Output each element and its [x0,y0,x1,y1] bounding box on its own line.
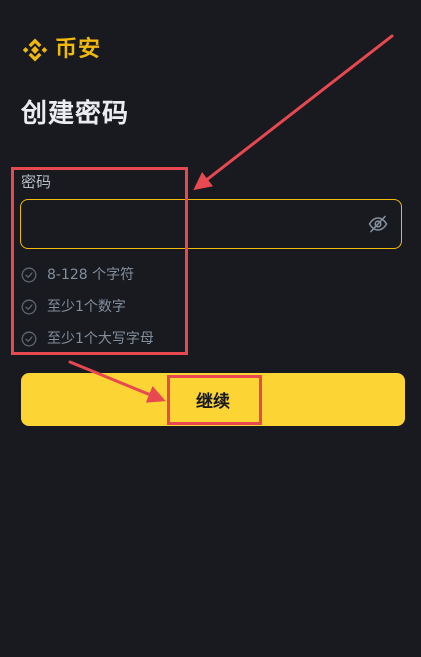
continue-button-label: 继续 [196,392,230,412]
requirement-uppercase: 至少1个大写字母 [21,323,154,355]
requirement-length: 8-128 个字符 [21,259,154,291]
password-field[interactable] [20,199,402,249]
requirement-text: 至少1个大写字母 [47,331,154,347]
annotation-arrow-to-password [193,34,394,191]
check-circle-icon [21,299,37,315]
brand-logo: 币安 [21,36,101,64]
requirement-text: 至少1个数字 [47,299,126,315]
password-requirements: 8-128 个字符 至少1个数字 至少1个大写字母 [21,259,154,355]
continue-button[interactable]: 继续 [21,373,405,426]
binance-diamond-icon [22,38,48,62]
eye-off-icon[interactable] [367,213,389,235]
password-label: 密码 [21,173,52,191]
check-circle-icon [21,331,37,347]
page-title: 创建密码 [21,99,130,129]
requirement-number: 至少1个数字 [21,291,154,323]
brand-name: 币安 [55,37,102,62]
requirement-text: 8-128 个字符 [47,267,135,283]
check-circle-icon [21,267,37,283]
password-input[interactable] [33,200,367,249]
